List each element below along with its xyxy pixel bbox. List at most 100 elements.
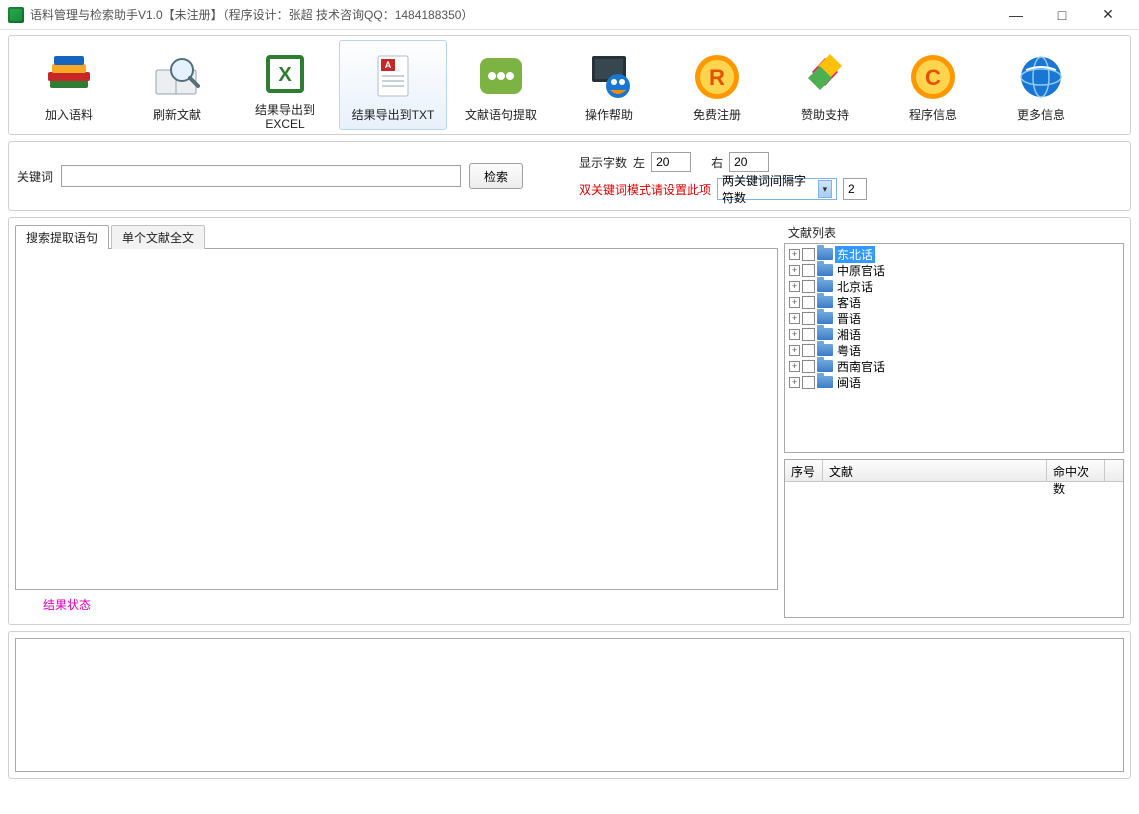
checkbox[interactable] bbox=[802, 328, 815, 341]
checkbox[interactable] bbox=[802, 312, 815, 325]
donate-button[interactable]: 赞助支持 bbox=[771, 40, 879, 130]
tree-item[interactable]: + 粤语 bbox=[787, 342, 1121, 358]
help-icon bbox=[582, 49, 637, 104]
svg-text:X: X bbox=[278, 64, 292, 86]
right-chars-input[interactable] bbox=[729, 152, 769, 172]
gap-mode-combo[interactable]: 两关键词间隔字符数 ▾ bbox=[717, 178, 837, 200]
left-label: 左 bbox=[633, 154, 645, 171]
folder-icon bbox=[817, 280, 833, 292]
svg-text:R: R bbox=[709, 65, 725, 90]
gap-value-input[interactable] bbox=[843, 178, 867, 200]
svg-text:C: C bbox=[925, 65, 941, 90]
tree-label-text: 晋语 bbox=[835, 310, 863, 327]
keyword-input[interactable] bbox=[61, 165, 461, 187]
expand-icon[interactable]: + bbox=[789, 329, 800, 340]
expand-icon[interactable]: + bbox=[789, 281, 800, 292]
expand-icon[interactable]: + bbox=[789, 345, 800, 356]
tool-label: 文献语句提取 bbox=[465, 108, 537, 122]
chat-icon bbox=[474, 49, 529, 104]
tool-label: 刷新文献 bbox=[153, 108, 201, 122]
col-index[interactable]: 序号 bbox=[785, 460, 823, 481]
excel-icon: X bbox=[258, 49, 313, 99]
books-icon bbox=[42, 49, 97, 104]
documents-column: 文献列表 +东北话 +中原官话 +北京话 +客语 +晋语 +湘语 +粤语 +西南… bbox=[784, 224, 1124, 618]
tool-label: 结果导出到TXT bbox=[352, 108, 435, 122]
more-info-button[interactable]: 更多信息 bbox=[987, 40, 1095, 130]
copyright-c-icon: C bbox=[906, 49, 961, 104]
tool-label: 赞助支持 bbox=[801, 108, 849, 122]
expand-icon[interactable]: + bbox=[789, 313, 800, 324]
help-button[interactable]: 操作帮助 bbox=[555, 40, 663, 130]
tree-item[interactable]: + 晋语 bbox=[787, 310, 1121, 326]
expand-icon[interactable]: + bbox=[789, 377, 800, 388]
checkbox[interactable] bbox=[802, 360, 815, 373]
col-spacer bbox=[1105, 460, 1123, 481]
export-txt-button[interactable]: A 结果导出到TXT bbox=[339, 40, 447, 130]
tree-label-text: 中原官话 bbox=[835, 262, 887, 279]
results-area[interactable] bbox=[15, 248, 778, 590]
bottom-textarea[interactable] bbox=[15, 638, 1124, 772]
hits-grid[interactable]: 序号 文献 命中次数 bbox=[784, 459, 1124, 618]
chevron-down-icon: ▾ bbox=[818, 180, 832, 198]
main-panel: 搜索提取语句 单个文献全文 结果状态 文献列表 +东北话 +中原官话 +北京话 … bbox=[8, 217, 1131, 625]
tool-label: 操作帮助 bbox=[585, 108, 633, 122]
program-info-button[interactable]: C 程序信息 bbox=[879, 40, 987, 130]
grid-header: 序号 文献 命中次数 bbox=[785, 460, 1123, 482]
register-button[interactable]: R 免费注册 bbox=[663, 40, 771, 130]
expand-icon[interactable]: + bbox=[789, 249, 800, 260]
checkbox[interactable] bbox=[802, 248, 815, 261]
tree-item[interactable]: +北京话 bbox=[787, 278, 1121, 294]
tool-label: 免费注册 bbox=[693, 108, 741, 122]
checkbox[interactable] bbox=[802, 280, 815, 293]
col-hits[interactable]: 命中次数 bbox=[1047, 460, 1105, 481]
combo-text: 两关键词间隔字符数 bbox=[722, 172, 818, 206]
bottom-panel bbox=[8, 631, 1131, 779]
maximize-button[interactable]: □ bbox=[1039, 0, 1085, 30]
titlebar: 语料管理与检索助手V1.0【未注册】（程序设计：张超 技术咨询QQ：148418… bbox=[0, 0, 1139, 30]
tree-item[interactable]: + 闽语 bbox=[787, 374, 1121, 390]
result-tabs: 搜索提取语句 单个文献全文 bbox=[15, 225, 778, 249]
txt-icon: A bbox=[366, 49, 421, 104]
keyword-label: 关键词 bbox=[17, 168, 53, 185]
tab-single-doc[interactable]: 单个文献全文 bbox=[111, 225, 205, 249]
tab-search-extract[interactable]: 搜索提取语句 bbox=[15, 225, 109, 249]
tree-item[interactable]: + 中原官话 bbox=[787, 262, 1121, 278]
refresh-docs-button[interactable]: 刷新文献 bbox=[123, 40, 231, 130]
checkbox[interactable] bbox=[802, 296, 815, 309]
window-controls: — □ ✕ bbox=[993, 0, 1131, 30]
donate-icon bbox=[798, 49, 853, 104]
app-icon bbox=[8, 7, 24, 23]
status-row: 结果状态 bbox=[15, 590, 778, 618]
result-status-label: 结果状态 bbox=[43, 596, 91, 613]
checkbox[interactable] bbox=[802, 264, 815, 277]
expand-icon[interactable]: + bbox=[789, 265, 800, 276]
results-column: 搜索提取语句 单个文献全文 结果状态 bbox=[15, 224, 778, 618]
checkbox[interactable] bbox=[802, 344, 815, 357]
folder-icon bbox=[817, 328, 833, 340]
tree-item[interactable]: +西南官话 bbox=[787, 358, 1121, 374]
folder-icon bbox=[817, 312, 833, 324]
tree-label-text: 客语 bbox=[835, 294, 863, 311]
expand-icon[interactable]: + bbox=[789, 297, 800, 308]
minimize-button[interactable]: — bbox=[993, 0, 1039, 30]
folder-icon bbox=[817, 344, 833, 356]
folder-icon bbox=[817, 248, 833, 260]
tree-item[interactable]: +东北话 bbox=[787, 246, 1121, 262]
document-tree[interactable]: +东北话 + 中原官话 +北京话 + 客语 + 晋语 +湘语 + 粤语 +西南官话 + 闽… bbox=[784, 243, 1124, 453]
checkbox[interactable] bbox=[802, 376, 815, 389]
tree-label-text: 粤语 bbox=[835, 342, 863, 359]
search-button[interactable]: 检索 bbox=[469, 163, 523, 189]
dual-keyword-hint: 双关键词模式请设置此项 bbox=[579, 181, 711, 198]
tree-item[interactable]: + 客语 bbox=[787, 294, 1121, 310]
tree-label-text: 闽语 bbox=[835, 374, 863, 391]
left-chars-input[interactable] bbox=[651, 152, 691, 172]
folder-icon bbox=[817, 360, 833, 372]
close-button[interactable]: ✕ bbox=[1085, 0, 1131, 30]
col-document[interactable]: 文献 bbox=[823, 460, 1047, 481]
expand-icon[interactable]: + bbox=[789, 361, 800, 372]
display-chars-label: 显示字数 bbox=[579, 154, 627, 171]
tree-item[interactable]: +湘语 bbox=[787, 326, 1121, 342]
export-excel-button[interactable]: X 结果导出到 EXCEL bbox=[231, 40, 339, 130]
extract-sentences-button[interactable]: 文献语句提取 bbox=[447, 40, 555, 130]
add-corpus-button[interactable]: 加入语料 bbox=[15, 40, 123, 130]
